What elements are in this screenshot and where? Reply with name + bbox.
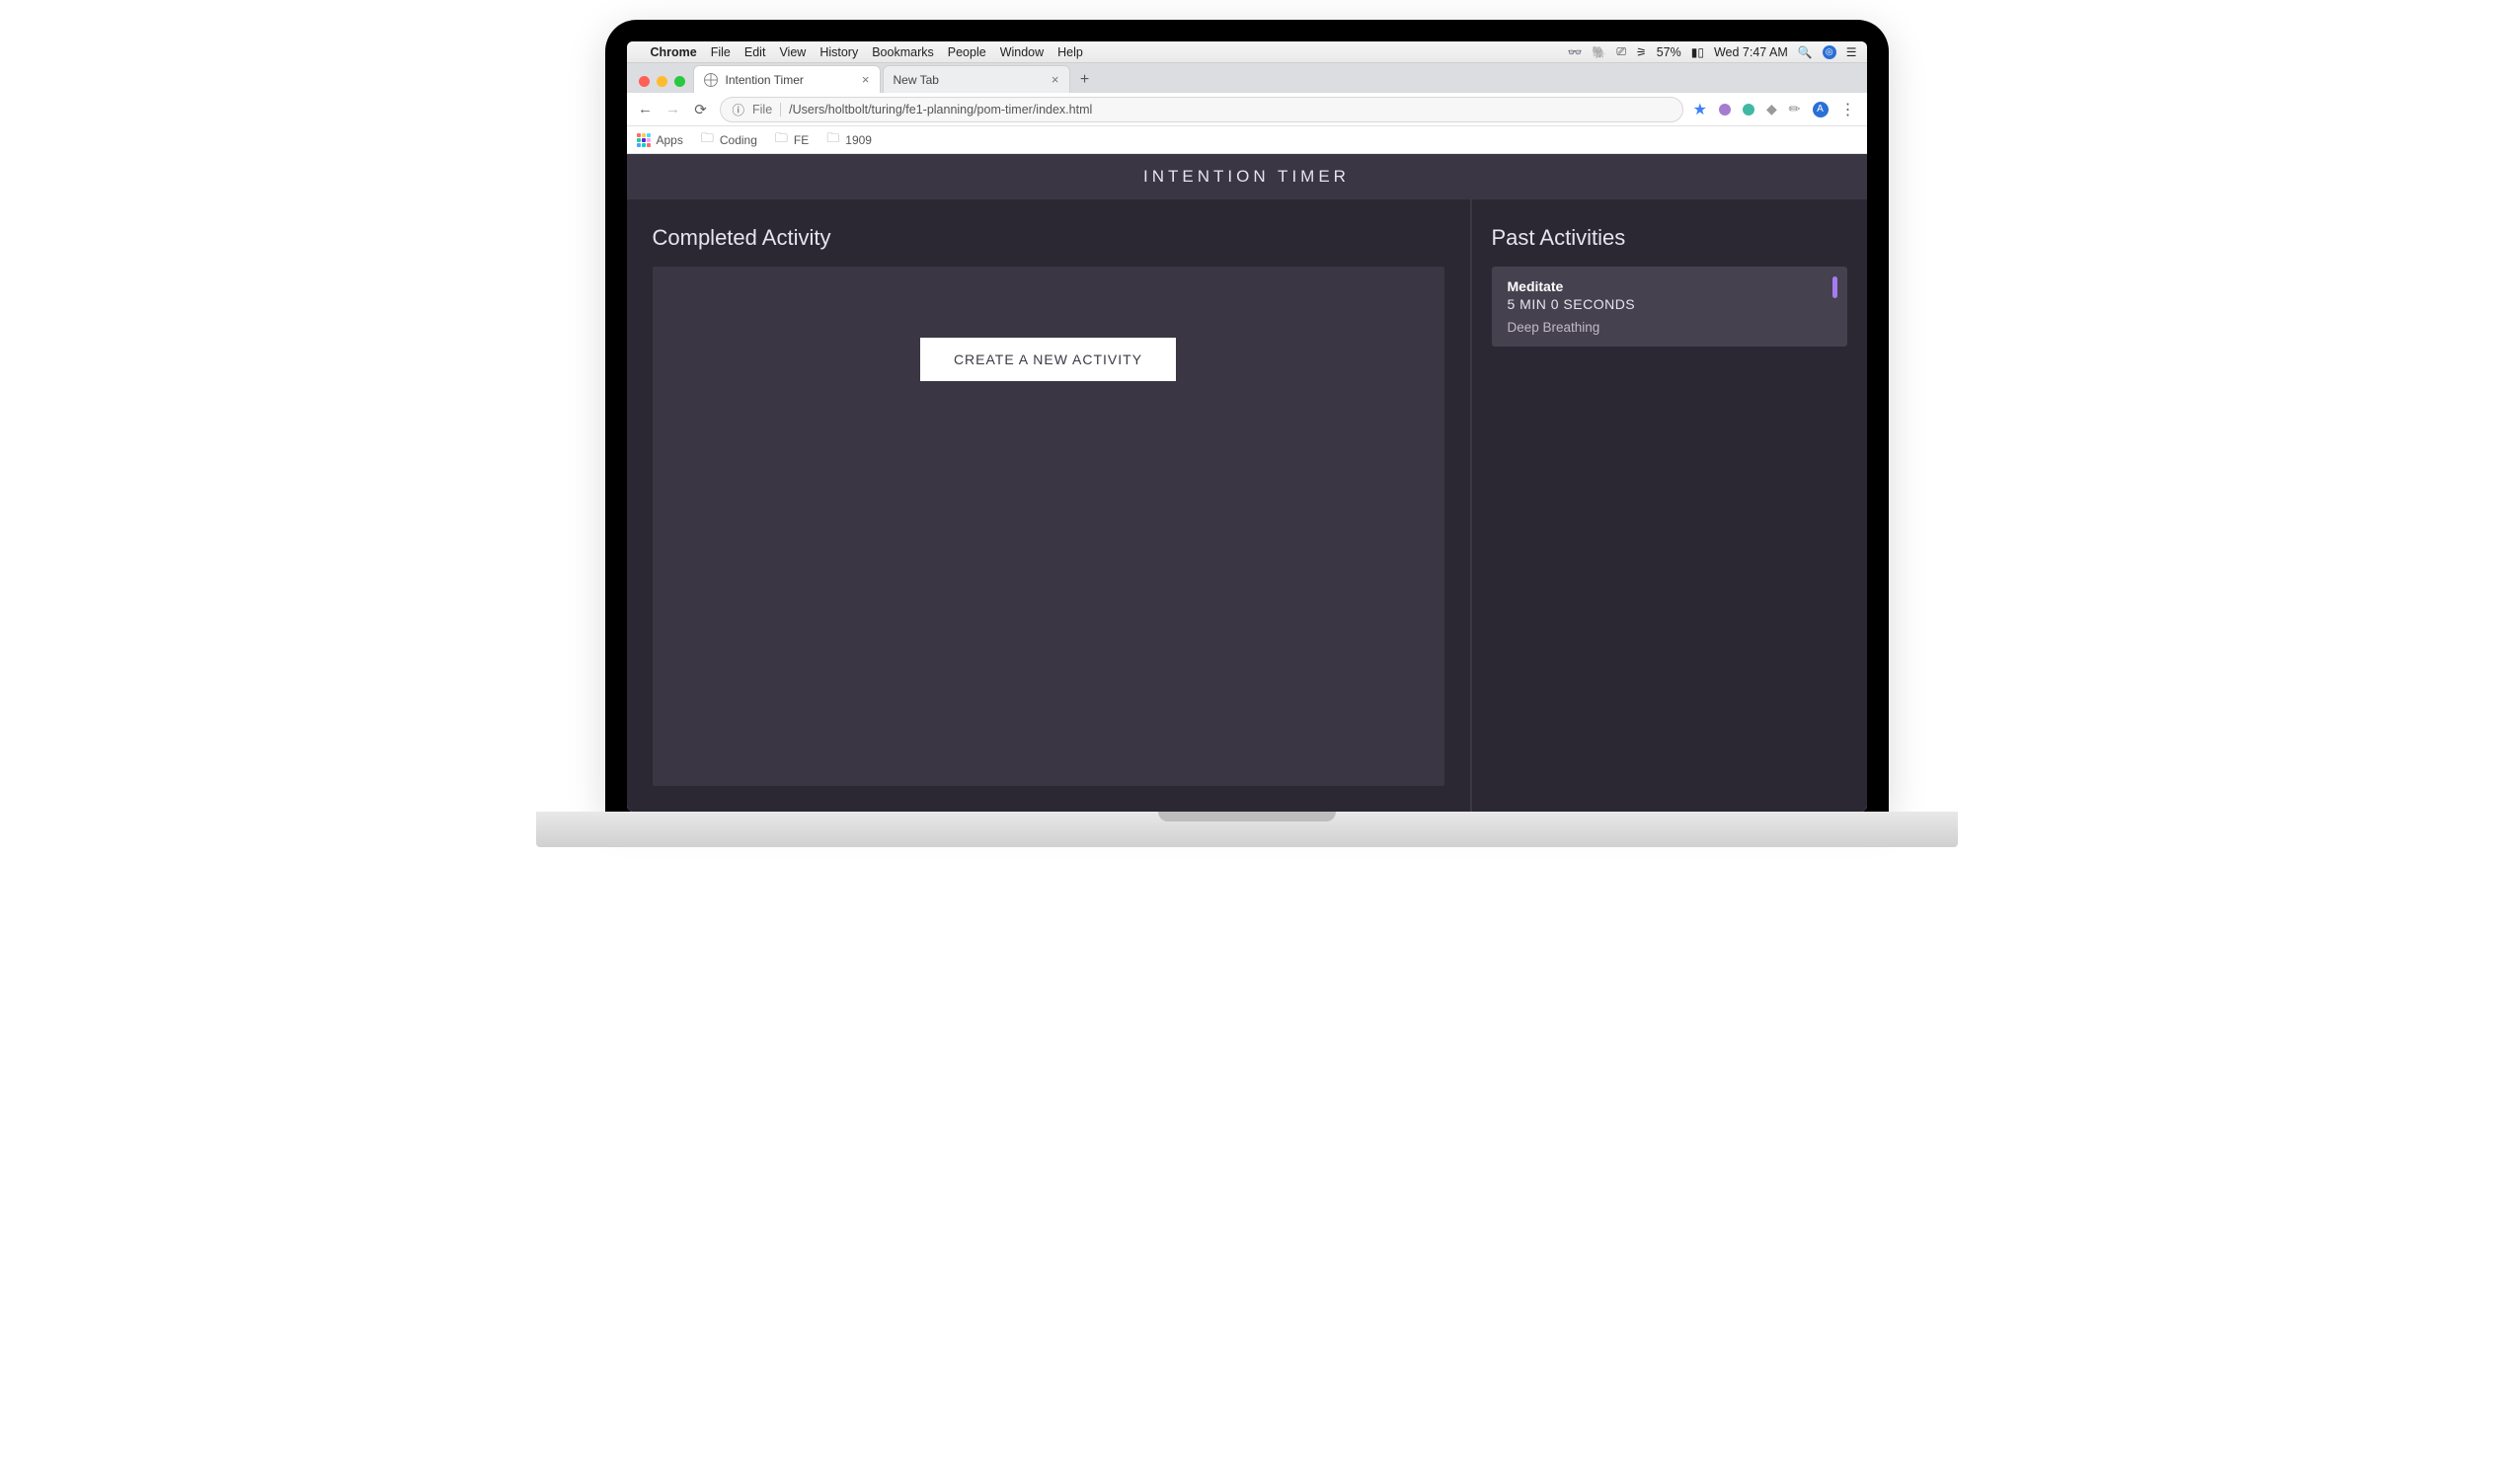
app-title: INTENTION TIMER [627, 154, 1867, 199]
search-icon[interactable]: 🔍 [1798, 45, 1813, 59]
bookmarks-bar: Apps 🗀 Coding 🗀 FE 🗀 1909 [627, 126, 1867, 154]
screen-mirror-icon[interactable]: ⎚ [1616, 44, 1626, 59]
extension-pen-icon[interactable]: ✎ [1784, 99, 1804, 118]
apps-label: Apps [657, 133, 683, 147]
wifi-icon[interactable]: ⚞ [1636, 45, 1647, 59]
reload-button[interactable]: ⟳ [692, 101, 710, 118]
app-root: INTENTION TIMER Completed Activity CREAT… [627, 154, 1867, 812]
activity-title: Meditate [1508, 278, 1831, 294]
profile-avatar[interactable]: A [1813, 102, 1829, 117]
chrome-menu-icon[interactable]: ⋮ [1840, 100, 1857, 119]
past-activity-card[interactable]: Meditate 5 MIN 0 SECONDS Deep Breathing [1492, 267, 1847, 347]
menu-view[interactable]: View [779, 45, 806, 59]
extension-diamond-icon[interactable]: ◆ [1766, 101, 1777, 117]
menu-window[interactable]: Window [1000, 45, 1044, 59]
laptop-base [536, 812, 1958, 847]
chrome-address-bar: ← → ⟳ ⓘ File /Users/holtbolt/turing/fe1-… [627, 93, 1867, 126]
url-path: /Users/holtbolt/turing/fe1-planning/pom-… [789, 103, 1092, 117]
menu-bookmarks[interactable]: Bookmarks [872, 45, 934, 59]
tab-new-tab[interactable]: New Tab × [883, 65, 1070, 93]
create-new-activity-button[interactable]: CREATE A NEW ACTIVITY [920, 338, 1176, 381]
bookmark-folder-1909[interactable]: 🗀 1909 [826, 129, 872, 151]
tab-close-icon[interactable]: × [862, 72, 870, 87]
url-scheme: File [752, 103, 781, 117]
apps-grid-icon [637, 133, 651, 147]
bookmark-folder-fe[interactable]: 🗀 FE [775, 129, 809, 151]
past-activities-heading: Past Activities [1492, 225, 1847, 251]
category-accent [1832, 276, 1837, 298]
new-tab-button[interactable]: + [1072, 67, 1098, 93]
battery-icon[interactable]: ▮▯ [1691, 45, 1704, 59]
bookmark-label: 1909 [845, 133, 872, 147]
menu-app-name[interactable]: Chrome [651, 45, 697, 59]
menu-history[interactable]: History [819, 45, 858, 59]
siri-icon[interactable]: ◎ [1823, 45, 1836, 59]
apps-shortcut[interactable]: Apps [637, 133, 683, 147]
menu-help[interactable]: Help [1057, 45, 1083, 59]
activity-description: Deep Breathing [1508, 320, 1831, 335]
extension-teal-icon[interactable] [1743, 104, 1754, 116]
activity-duration: 5 MIN 0 SECONDS [1508, 296, 1831, 312]
glasses-icon[interactable]: 👓 [1567, 45, 1582, 59]
menu-list-icon[interactable]: ☰ [1846, 45, 1857, 59]
extension-purple-icon[interactable] [1719, 104, 1731, 116]
completed-activity-pane: Completed Activity CREATE A NEW ACTIVITY [627, 199, 1472, 812]
menu-file[interactable]: File [711, 45, 731, 59]
laptop-frame: Chrome File Edit View History Bookmarks … [605, 20, 1889, 812]
clock[interactable]: Wed 7:47 AM [1714, 45, 1788, 59]
completed-activity-panel: CREATE A NEW ACTIVITY [653, 267, 1444, 786]
tab-close-icon[interactable]: × [1052, 72, 1059, 87]
mac-menu-bar: Chrome File Edit View History Bookmarks … [627, 41, 1867, 63]
menu-people[interactable]: People [948, 45, 986, 59]
bookmark-label: FE [794, 133, 809, 147]
chrome-tab-strip: Intention Timer × New Tab × + [627, 63, 1867, 93]
window-close-icon[interactable] [639, 76, 650, 87]
globe-icon [704, 73, 718, 87]
tab-title: New Tab [894, 73, 939, 87]
window-controls [635, 76, 693, 93]
info-icon[interactable]: ⓘ [733, 100, 745, 118]
tab-intention-timer[interactable]: Intention Timer × [693, 65, 881, 93]
folder-icon: 🗀 [775, 129, 788, 151]
past-activities-pane: Past Activities Meditate 5 MIN 0 SECONDS… [1472, 199, 1867, 812]
evernote-icon[interactable]: 🐘 [1592, 45, 1606, 59]
star-icon[interactable]: ★ [1693, 100, 1707, 119]
address-field[interactable]: ⓘ File /Users/holtbolt/turing/fe1-planni… [720, 97, 1683, 122]
screen: Chrome File Edit View History Bookmarks … [627, 41, 1867, 812]
folder-icon: 🗀 [701, 129, 714, 151]
folder-icon: 🗀 [826, 129, 839, 151]
completed-activity-heading: Completed Activity [653, 225, 1444, 251]
bookmark-folder-coding[interactable]: 🗀 Coding [701, 129, 757, 151]
forward-button[interactable]: → [664, 101, 682, 117]
back-button[interactable]: ← [637, 101, 655, 117]
window-minimize-icon[interactable] [657, 76, 667, 87]
battery-percent: 57% [1657, 45, 1681, 59]
tab-title: Intention Timer [726, 73, 804, 87]
window-zoom-icon[interactable] [674, 76, 685, 87]
bookmark-label: Coding [720, 133, 757, 147]
menu-edit[interactable]: Edit [744, 45, 766, 59]
